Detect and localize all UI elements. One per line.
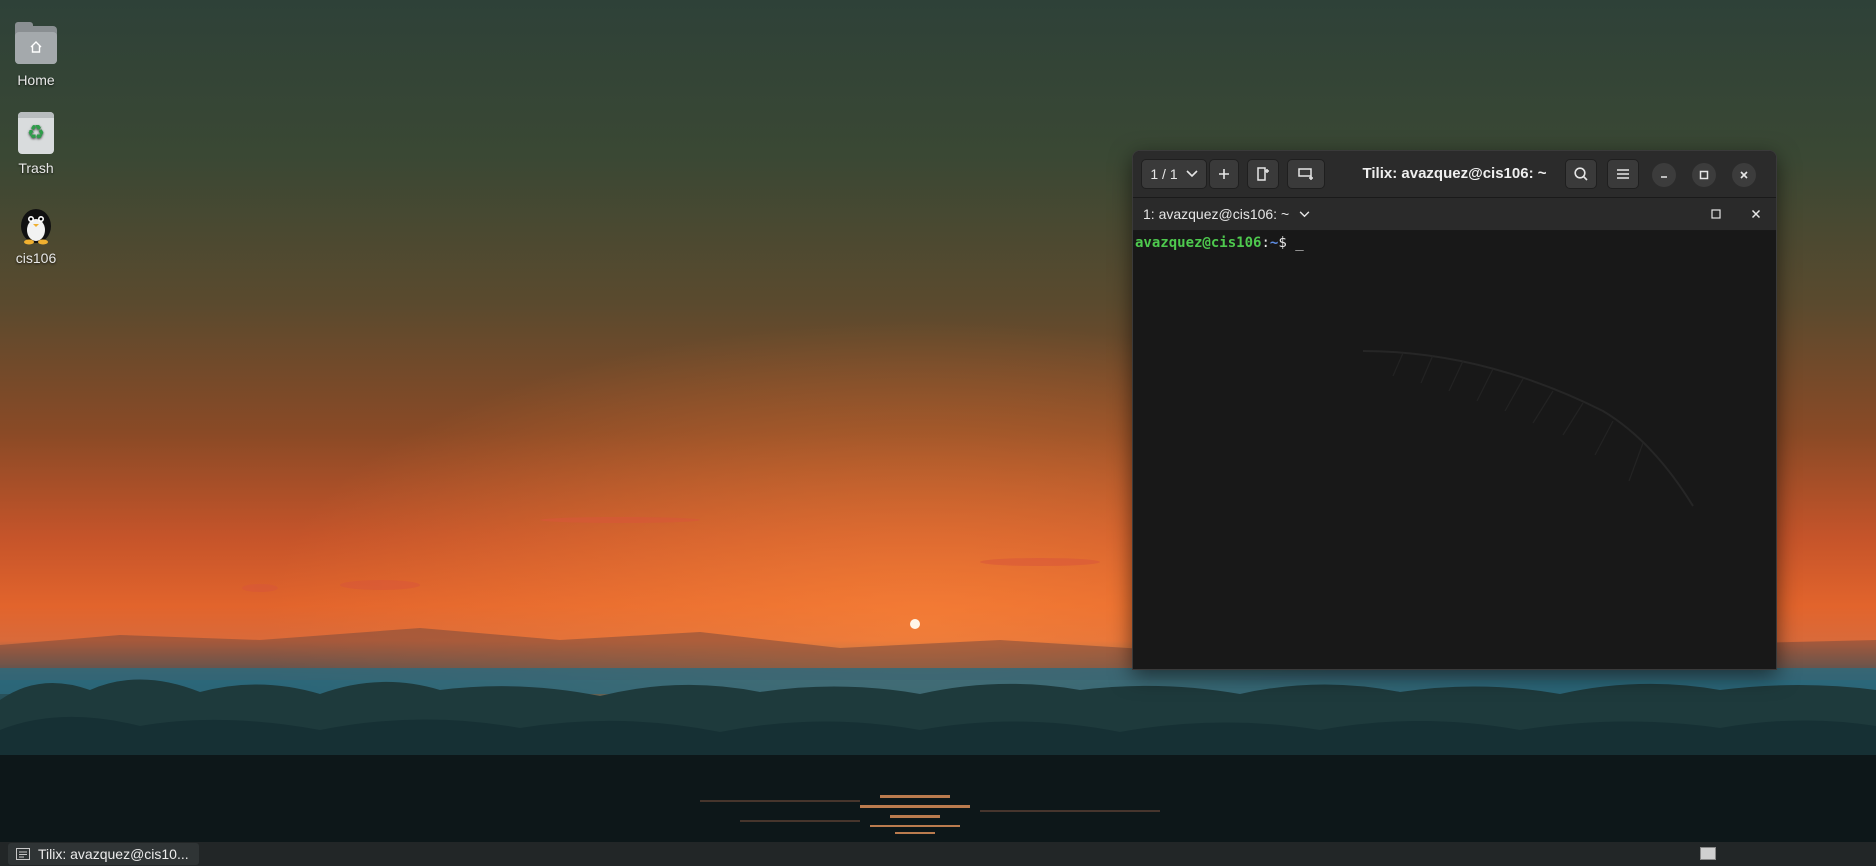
terminal-title-label: 1: avazquez@cis106: ~: [1143, 206, 1290, 222]
plus-icon: [1219, 169, 1229, 179]
terminal-prompt-line: avazquez@cis106:~$ _: [1135, 235, 1304, 251]
show-desktop-button[interactable]: [1700, 847, 1716, 860]
prompt-user-host: avazquez@cis106: [1135, 235, 1262, 251]
terminal-title-menu[interactable]: 1: avazquez@cis106: ~: [1143, 198, 1310, 230]
terminal-close-button[interactable]: [1749, 207, 1763, 221]
split-vertical-icon: [1298, 168, 1313, 180]
split-down-button[interactable]: [1287, 159, 1325, 189]
session-switcher-button[interactable]: 1 / 1: [1141, 159, 1207, 189]
search-icon: [1574, 167, 1588, 181]
maximize-button[interactable]: [1692, 163, 1716, 187]
terminal-cursor: _: [1295, 235, 1304, 251]
background-leaf-image: [1363, 350, 1694, 507]
desktop-icon-home[interactable]: Home: [0, 22, 72, 88]
tilix-terminal-window[interactable]: 1 / 1 Tilix: avazquez@cis106: ~ 1: avazq…: [1132, 150, 1777, 670]
chevron-down-icon: [1299, 210, 1310, 217]
desktop-icon-user[interactable]: cis106: [0, 200, 72, 266]
desktop-icon-trash[interactable]: ♻ Trash: [0, 110, 72, 176]
user-avatar-icon: [13, 200, 59, 246]
maximize-icon: [1711, 209, 1721, 219]
folder-home-icon: [13, 22, 59, 68]
close-button[interactable]: [1732, 163, 1756, 187]
hamburger-menu-icon: [1617, 169, 1629, 179]
minimize-icon: [1661, 176, 1667, 178]
find-button[interactable]: [1565, 159, 1597, 189]
terminal-titlebar[interactable]: 1: avazquez@cis106: ~: [1133, 198, 1776, 231]
taskbar-window-label: Tilix: avazquez@cis10...: [38, 846, 189, 862]
desktop-icon-label: Home: [17, 72, 55, 88]
chevron-down-icon: [1186, 170, 1198, 178]
window-headerbar[interactable]: 1 / 1 Tilix: avazquez@cis106: ~: [1133, 151, 1776, 198]
desktop-icon-label: cis106: [15, 250, 57, 266]
close-icon: [1740, 171, 1748, 179]
close-icon: [1751, 209, 1761, 219]
terminal-maximize-button[interactable]: [1709, 207, 1723, 221]
maximize-icon: [1699, 170, 1709, 180]
terminal-app-icon: [16, 848, 30, 860]
add-session-button[interactable]: [1209, 159, 1239, 189]
prompt-separator: :: [1261, 235, 1270, 251]
desktop-icon-label: Trash: [18, 160, 54, 176]
terminal-output-area[interactable]: avazquez@cis106:~$ _: [1133, 231, 1776, 669]
menu-button[interactable]: [1607, 159, 1639, 189]
session-switcher-label: 1 / 1: [1150, 166, 1178, 182]
minimize-button[interactable]: [1652, 163, 1676, 187]
split-horizontal-icon: [1257, 167, 1269, 181]
trash-icon: ♻: [13, 110, 59, 156]
bottom-panel: Tilix: avazquez@cis10...: [0, 842, 1876, 866]
prompt-symbol: $: [1278, 235, 1287, 251]
split-right-button[interactable]: [1247, 159, 1279, 189]
taskbar-window-button[interactable]: Tilix: avazquez@cis10...: [8, 843, 199, 865]
